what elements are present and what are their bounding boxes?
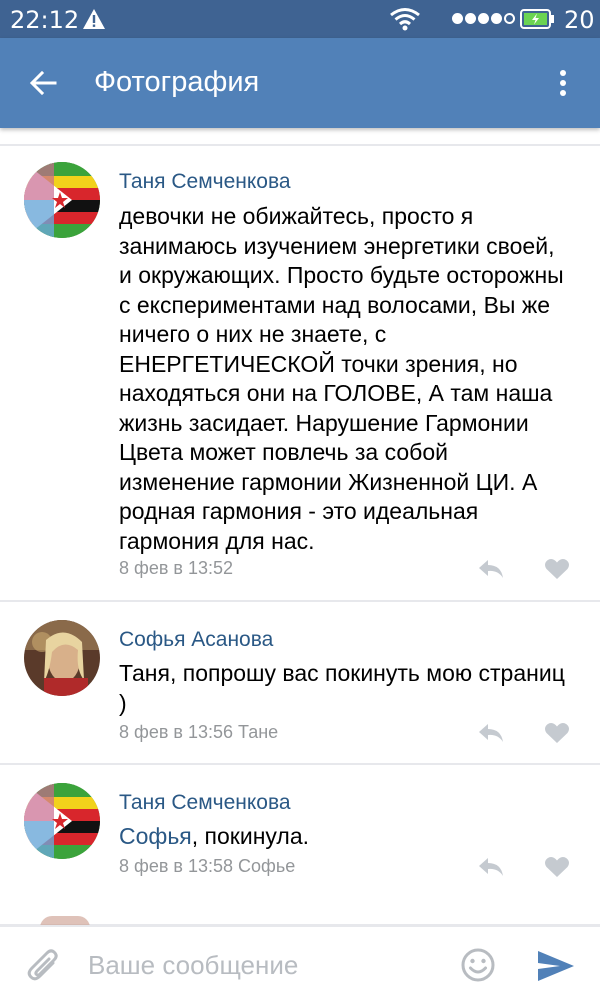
comment-timestamp: 8 фев в 13:58 Софье xyxy=(119,856,296,876)
heart-icon[interactable] xyxy=(544,722,570,744)
heart-icon[interactable] xyxy=(544,558,570,580)
heart-icon[interactable] xyxy=(544,856,570,878)
wifi-icon xyxy=(390,8,420,31)
message-composer xyxy=(0,925,600,1000)
comment-author[interactable]: Софья Асанова xyxy=(119,628,273,652)
divider xyxy=(0,600,600,602)
send-icon[interactable] xyxy=(536,949,576,983)
avatar[interactable] xyxy=(24,162,100,238)
reply-icon[interactable] xyxy=(478,558,504,580)
comment-text: девочки не обижайтесь, просто я занимаюс… xyxy=(119,203,564,554)
signal-strength-icon xyxy=(452,13,515,24)
back-button[interactable] xyxy=(20,60,66,106)
divider xyxy=(0,144,600,146)
battery-icon xyxy=(520,9,554,29)
smiley-icon[interactable] xyxy=(460,947,496,983)
comment-timestamp: 8 фев в 13:56 Тане xyxy=(119,722,279,742)
avatar xyxy=(40,916,90,925)
comment-author[interactable]: Таня Семченкова xyxy=(119,170,291,194)
page-title: Фотография xyxy=(94,66,260,98)
battery-level: 20 xyxy=(564,6,595,34)
mention-link[interactable]: Софья xyxy=(119,823,192,849)
more-vertical-icon xyxy=(560,70,566,96)
comment-text: Софья, покинула. xyxy=(119,822,569,852)
status-time: 22:12 xyxy=(10,6,80,34)
comment-text: Таня, попрошу вас покинуть мою страниц ) xyxy=(119,660,565,716)
app-bar: Фотография xyxy=(0,38,600,128)
paperclip-icon[interactable] xyxy=(26,947,62,987)
reply-icon[interactable] xyxy=(478,856,504,878)
avatar[interactable] xyxy=(24,620,100,696)
arrow-left-icon xyxy=(29,71,57,95)
status-bar: 22:12 20 xyxy=(0,0,600,38)
message-input[interactable] xyxy=(88,945,428,985)
reply-icon[interactable] xyxy=(478,722,504,744)
warning-icon xyxy=(83,9,105,29)
comment-text-body: , покинула. xyxy=(191,823,310,849)
avatar[interactable] xyxy=(24,783,100,859)
divider xyxy=(0,763,600,765)
comment-timestamp: 8 фев в 13:52 xyxy=(119,558,234,578)
comment-author[interactable]: Таня Семченкова xyxy=(119,791,291,815)
comments-list[interactable]: Таня Семченкова девочки не обижайтесь, п… xyxy=(0,128,600,925)
more-options-button[interactable] xyxy=(546,60,580,106)
